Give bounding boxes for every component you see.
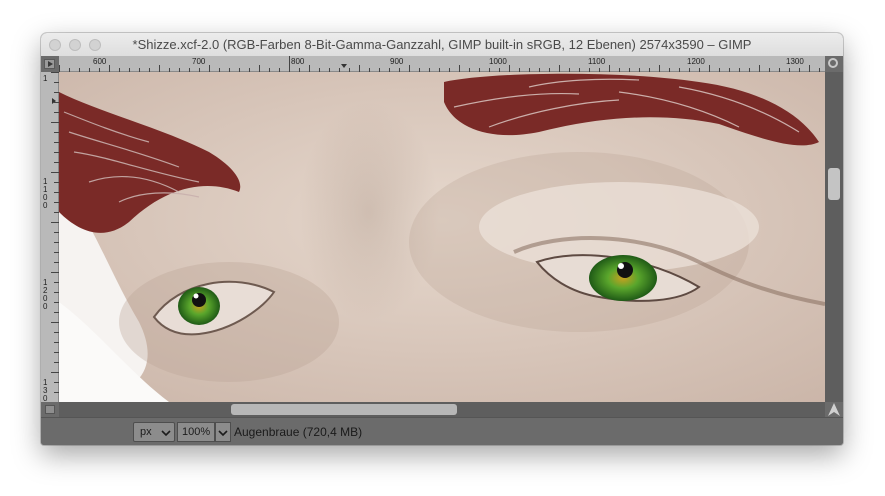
vertical-pointer-marker bbox=[52, 98, 56, 104]
zoom-dropdown-button[interactable] bbox=[215, 422, 231, 442]
ruler-label-600: 600 bbox=[93, 57, 107, 66]
quick-mask-icon bbox=[45, 405, 55, 414]
gimp-image-window: *Shizze.xcf-2.0 (RGB-Farben 8-Bit-Gamma-… bbox=[41, 33, 843, 445]
vertical-scrollbar-thumb[interactable] bbox=[828, 168, 840, 200]
zoom-value: 100% bbox=[182, 426, 211, 438]
status-bar: px 100% Augenbraue (720,4 MB) bbox=[41, 417, 843, 445]
horizontal-ruler[interactable]: 600 700 800 900 1000 1100 1200 1300 bbox=[59, 56, 825, 72]
zoom-image-button[interactable] bbox=[825, 56, 843, 72]
horizontal-scrollbar-thumb[interactable] bbox=[231, 404, 457, 415]
horizontal-scrollbar[interactable] bbox=[59, 402, 825, 417]
quick-mask-toggle[interactable] bbox=[41, 402, 59, 417]
vertical-ruler-ticks bbox=[51, 72, 59, 403]
zoom-selector[interactable]: 100% bbox=[177, 422, 231, 442]
painting-eyes-artwork bbox=[59, 72, 825, 402]
zoom-magnifier-icon bbox=[828, 58, 838, 68]
ruler-label-1300: 1300 bbox=[786, 57, 804, 66]
ruler-corner-menu-icon bbox=[44, 59, 55, 69]
pointer-position-marker bbox=[341, 64, 347, 68]
vruler-label-1100: 1 1 0 0 bbox=[43, 177, 48, 210]
ruler-label-1100: 1100 bbox=[588, 57, 606, 66]
status-message: Augenbraue (720,4 MB) bbox=[234, 425, 363, 439]
vruler-label-a: 1 bbox=[43, 74, 48, 83]
image-canvas[interactable] bbox=[59, 72, 825, 402]
ruler-label-900: 900 bbox=[390, 57, 404, 66]
ruler-label-1000: 1000 bbox=[489, 57, 507, 66]
horizontal-ruler-ticks: 600 700 800 900 1000 1100 1200 1300 bbox=[59, 56, 820, 72]
vertical-ruler[interactable]: 1 1 1 0 0 1 2 0 0 1 3 0 0 bbox=[41, 72, 59, 411]
navigate-button[interactable] bbox=[825, 402, 843, 417]
unit-value: px bbox=[140, 426, 152, 438]
ruler-label-1200: 1200 bbox=[687, 57, 705, 66]
zoom-entry[interactable]: 100% bbox=[177, 422, 215, 442]
navigate-icon bbox=[828, 403, 840, 416]
image-menu-button[interactable] bbox=[41, 56, 59, 72]
unit-selector[interactable]: px bbox=[133, 422, 175, 442]
ruler-label-700: 700 bbox=[192, 57, 206, 66]
chevron-down-icon bbox=[218, 430, 228, 437]
window-title: *Shizze.xcf-2.0 (RGB-Farben 8-Bit-Gamma-… bbox=[132, 37, 752, 52]
vertical-scrollbar[interactable] bbox=[825, 72, 843, 402]
title-bar[interactable]: *Shizze.xcf-2.0 (RGB-Farben 8-Bit-Gamma-… bbox=[41, 33, 843, 57]
ruler-label-800: 800 bbox=[291, 57, 305, 66]
chevron-down-icon bbox=[161, 430, 171, 437]
vruler-label-1200: 1 2 0 0 bbox=[43, 278, 48, 311]
